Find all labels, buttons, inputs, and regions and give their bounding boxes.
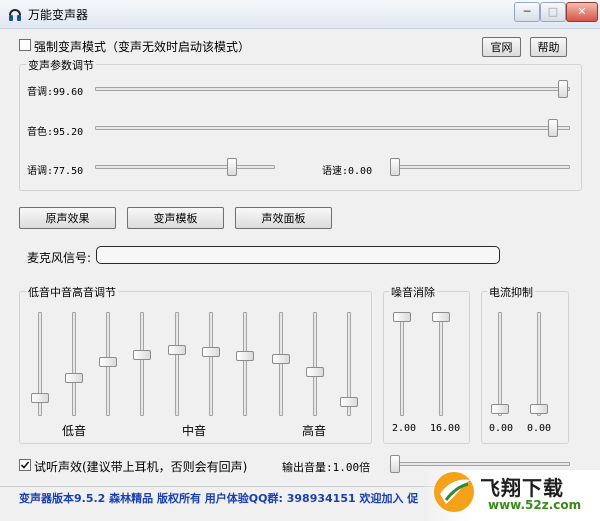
noise-slider-1-track[interactable]	[400, 312, 404, 416]
eq-slider-6-thumb[interactable]	[202, 346, 220, 357]
output-volume-label: 输出音量:1.00倍	[282, 461, 371, 474]
eq-slider-4-track[interactable]	[140, 312, 144, 416]
current-value-2: 0.00	[527, 423, 552, 434]
params-legend: 变声参数调节	[26, 57, 96, 73]
mic-label: 麦克风信号:	[27, 251, 92, 265]
eq-slider-4-thumb[interactable]	[133, 349, 151, 360]
monitor-checkbox[interactable]	[19, 459, 31, 471]
force-mode-label: 强制变声模式（变声无效时启动该模式）	[34, 40, 251, 54]
tone-slider-thumb[interactable]	[227, 158, 237, 176]
eq-mid-label: 中音	[182, 424, 207, 438]
eq-slider-5-thumb[interactable]	[168, 344, 186, 355]
current-slider-1-thumb[interactable]	[491, 404, 509, 414]
eq-slider-9-track[interactable]	[313, 312, 317, 416]
current-slider-2-thumb[interactable]	[530, 404, 548, 414]
noise-legend: 噪音消除	[389, 284, 437, 300]
eq-slider-2-track[interactable]	[72, 312, 76, 416]
current-value-1: 0.00	[489, 423, 514, 434]
eq-slider-7-track[interactable]	[243, 312, 247, 416]
title-bar	[0, 0, 600, 29]
current-slider-1-track[interactable]	[498, 312, 502, 416]
tone-label: 语调:77.50	[27, 166, 84, 177]
watermark-url: www.52z.com	[488, 498, 582, 512]
timbre-label: 音色:95.20	[27, 127, 84, 138]
timbre-slider-track[interactable]	[95, 126, 570, 130]
pitch-slider-thumb[interactable]	[558, 80, 568, 98]
voice-template-button[interactable]: 变声模板	[127, 207, 224, 229]
effects-panel-button[interactable]: 声效面板	[235, 207, 332, 229]
monitor-label: 试听声效(建议带上耳机，否则会有回声)	[34, 460, 248, 474]
eq-slider-10-thumb[interactable]	[340, 396, 358, 407]
current-slider-2-track[interactable]	[537, 312, 541, 416]
window-title: 万能变声器	[28, 8, 89, 22]
noise-slider-2-track[interactable]	[439, 312, 443, 416]
eq-slider-3-thumb[interactable]	[99, 357, 117, 368]
pitch-slider-track[interactable]	[95, 87, 570, 91]
noise-slider-2-thumb[interactable]	[432, 312, 450, 322]
headphones-icon	[9, 9, 21, 21]
eq-slider-2-thumb[interactable]	[65, 373, 83, 384]
current-group	[481, 291, 569, 444]
feixiang-logo-icon	[434, 472, 474, 512]
speed-slider-thumb[interactable]	[390, 158, 400, 176]
noise-value-2: 16.00	[430, 423, 461, 434]
eq-slider-9-thumb[interactable]	[306, 366, 324, 377]
volume-slider-track[interactable]	[390, 462, 570, 466]
speed-slider-track[interactable]	[390, 165, 570, 169]
help-button[interactable]: 帮助	[530, 37, 567, 57]
original-effect-button[interactable]: 原声效果	[19, 207, 116, 229]
checkmark-icon	[20, 461, 30, 469]
speed-label: 语速:0.00	[322, 166, 373, 177]
timbre-slider-thumb[interactable]	[548, 119, 558, 137]
eq-low-label: 低音	[62, 424, 87, 438]
eq-slider-8-thumb[interactable]	[272, 354, 290, 365]
volume-slider-thumb[interactable]	[390, 455, 400, 473]
eq-slider-1-thumb[interactable]	[31, 392, 49, 403]
close-button[interactable]: ✕	[566, 2, 598, 22]
eq-slider-5-track[interactable]	[175, 312, 179, 416]
eq-slider-7-thumb[interactable]	[236, 350, 254, 361]
noise-slider-1-thumb[interactable]	[393, 312, 411, 322]
status-text: 变声器版本9.5.2 森林精品 版权所有 用户体验QQ群: 398934151 …	[19, 492, 419, 505]
tone-slider-track[interactable]	[95, 165, 275, 169]
eq-slider-6-track[interactable]	[209, 312, 213, 416]
official-site-button[interactable]: 官网	[482, 37, 521, 57]
eq-legend: 低音中音高音调节	[26, 284, 118, 300]
eq-high-label: 高音	[302, 424, 327, 438]
noise-value-1: 2.00	[392, 423, 417, 434]
current-legend: 电流抑制	[487, 284, 535, 300]
mic-level-meter	[96, 246, 500, 264]
watermark-brand: 飞翔下载	[480, 476, 564, 500]
minimize-button[interactable]: ─	[514, 2, 540, 22]
maximize-button[interactable]: □	[540, 2, 566, 22]
force-mode-checkbox[interactable]	[19, 39, 31, 51]
pitch-label: 音调:99.60	[27, 87, 84, 98]
